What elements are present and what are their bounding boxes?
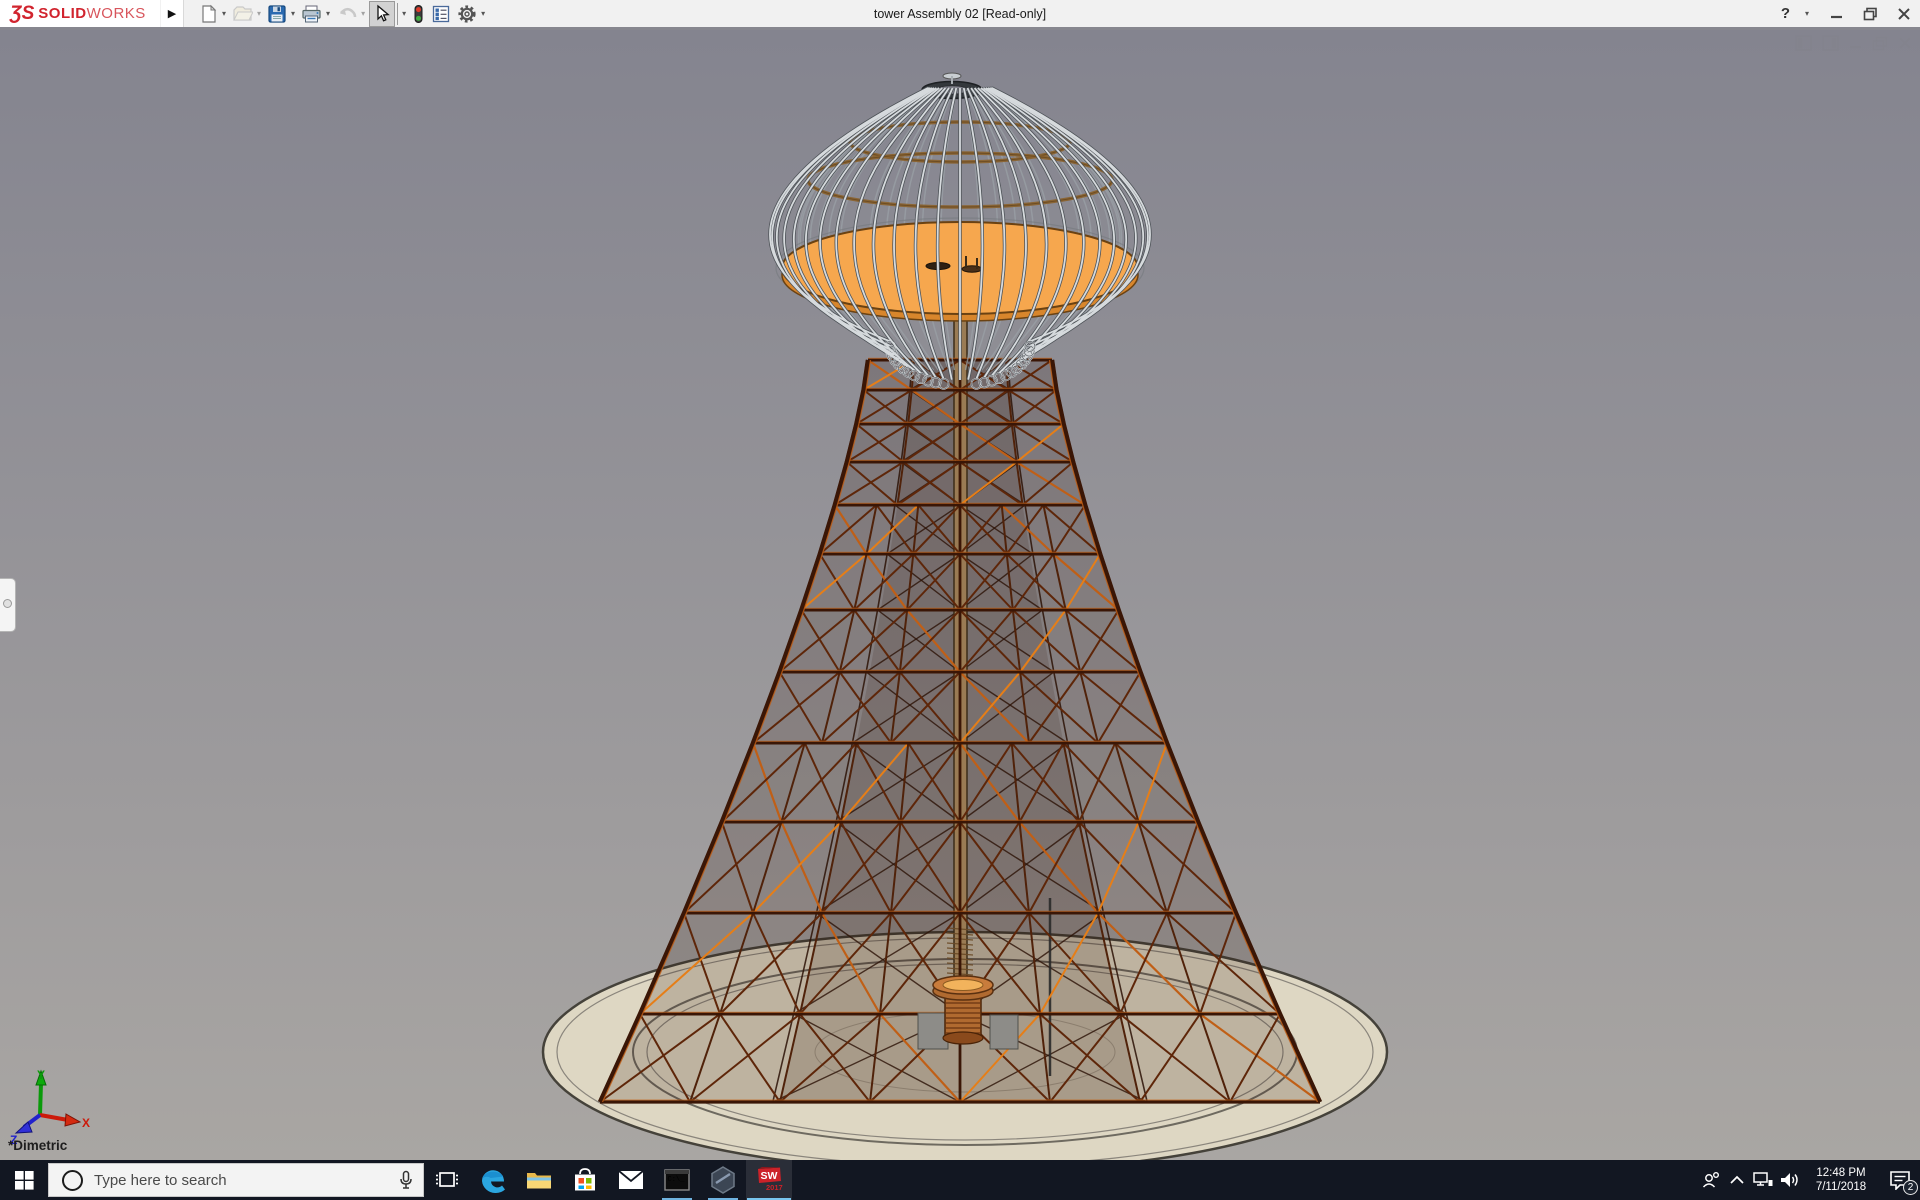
start-button[interactable] xyxy=(0,1160,48,1200)
task-view-button[interactable] xyxy=(424,1160,470,1200)
minimize-button[interactable] xyxy=(1826,4,1846,24)
microphone-icon[interactable] xyxy=(399,1170,413,1190)
document-window-controls xyxy=(1795,35,1912,51)
print-icon xyxy=(301,4,322,24)
save-button[interactable] xyxy=(265,2,289,26)
search-placeholder: Type here to search xyxy=(94,1172,399,1189)
windows-logo-icon xyxy=(15,1171,34,1190)
taskbar-icon-hexagon-app[interactable] xyxy=(700,1160,746,1200)
volume-tray-button[interactable] xyxy=(1776,1160,1802,1200)
clock-time: 12:48 PM xyxy=(1808,1166,1874,1180)
options-list-icon xyxy=(431,4,451,24)
task-view-icon xyxy=(435,1169,459,1191)
options-list-button[interactable] xyxy=(429,2,453,26)
cortana-icon xyxy=(62,1170,83,1191)
selection-filter-button[interactable] xyxy=(410,2,427,26)
taskbar-apps: C:\_ SW 2017 xyxy=(424,1160,792,1200)
minimize-icon xyxy=(1830,7,1843,20)
taskbar-icon-solidworks[interactable]: SW 2017 xyxy=(746,1160,792,1200)
restore-icon xyxy=(1863,7,1878,21)
solidworks-2017-icon: SW 2017 xyxy=(754,1166,784,1194)
title-bar: ƷS SOLIDWORKS ▶ tower Assembly 02 [Read-… xyxy=(0,0,1920,30)
view-orientation-label: *Dimetric xyxy=(8,1138,67,1153)
windows-taskbar: Type here to search xyxy=(0,1160,1920,1200)
microsoft-store-icon xyxy=(573,1168,597,1192)
taskbar-icon-file-explorer[interactable] xyxy=(516,1160,562,1200)
orientation-triad: Y X Z xyxy=(6,1065,106,1145)
undo-icon xyxy=(336,4,357,24)
close-button[interactable] xyxy=(1894,4,1914,24)
flyout-pin-icon xyxy=(3,599,12,608)
people-tray-button[interactable] xyxy=(1698,1160,1724,1200)
edge-browser-icon xyxy=(479,1166,507,1194)
taskbar-icon-command-prompt[interactable]: C:\_ xyxy=(654,1160,700,1200)
save-caret[interactable]: ▾ xyxy=(291,9,295,18)
print-button[interactable] xyxy=(299,2,324,26)
undo-caret[interactable]: ▾ xyxy=(361,9,365,18)
open-document-icon xyxy=(232,4,253,24)
taskbar-search[interactable]: Type here to search xyxy=(48,1163,424,1197)
restore-button[interactable] xyxy=(1860,4,1880,24)
select-cursor-icon xyxy=(372,4,392,24)
new-document-button[interactable] xyxy=(197,2,220,26)
solidworks-logo: ƷS SOLIDWORKS xyxy=(0,0,160,27)
doc-close-icon[interactable] xyxy=(1898,36,1912,50)
chevron-up-icon xyxy=(1729,1174,1745,1186)
select-button[interactable] xyxy=(369,1,395,27)
doc-minimize-icon[interactable] xyxy=(1849,36,1862,50)
mail-icon xyxy=(618,1170,644,1190)
axis-y-label: Y xyxy=(37,1068,45,1082)
notification-badge: 2 xyxy=(1903,1180,1918,1195)
open-caret[interactable]: ▾ xyxy=(257,9,261,18)
taskbar-icon-microsoft-store[interactable] xyxy=(562,1160,608,1200)
hidden-icons-button[interactable] xyxy=(1724,1160,1750,1200)
undo-button[interactable] xyxy=(334,2,359,26)
window-controls: ? ▾ xyxy=(1781,0,1914,27)
speaker-icon xyxy=(1779,1171,1800,1189)
taskbar-icon-mail[interactable] xyxy=(608,1160,654,1200)
network-tray-button[interactable] xyxy=(1750,1160,1776,1200)
pane-right-icon[interactable] xyxy=(1822,35,1839,51)
axis-x-label: X xyxy=(82,1116,90,1130)
file-explorer-icon xyxy=(526,1169,552,1191)
svg-text:SW: SW xyxy=(761,1170,778,1182)
print-caret[interactable]: ▾ xyxy=(326,9,330,18)
traffic-light-icon xyxy=(412,4,425,24)
people-icon xyxy=(1701,1170,1721,1190)
gear-icon xyxy=(457,4,477,24)
svg-text:C:\_: C:\_ xyxy=(668,1176,686,1184)
new-document-icon xyxy=(199,4,218,24)
graphics-viewport[interactable]: Y X Z *Dimetric xyxy=(0,30,1920,1160)
taskbar-icon-edge[interactable] xyxy=(470,1160,516,1200)
settings-caret[interactable]: ▾ xyxy=(481,9,485,18)
close-icon xyxy=(1897,7,1911,21)
network-icon xyxy=(1752,1171,1774,1189)
feature-manager-flyout-tab[interactable] xyxy=(0,578,16,632)
clock-date: 7/11/2018 xyxy=(1808,1180,1874,1194)
system-tray: 12:48 PM 7/11/2018 2 xyxy=(1698,1160,1920,1200)
taskbar-clock[interactable]: 12:48 PM 7/11/2018 xyxy=(1808,1166,1874,1194)
help-button[interactable]: ? xyxy=(1781,5,1790,22)
action-center-button[interactable]: 2 xyxy=(1880,1160,1920,1200)
pane-left-icon[interactable] xyxy=(1795,35,1812,51)
open-document-button[interactable] xyxy=(230,2,255,26)
doc-restore-icon[interactable] xyxy=(1872,36,1888,51)
command-prompt-icon: C:\_ xyxy=(664,1168,690,1192)
new-caret[interactable]: ▾ xyxy=(222,9,226,18)
svg-text:2017: 2017 xyxy=(766,1183,783,1192)
model-canvas[interactable] xyxy=(0,30,1920,1160)
help-caret[interactable]: ▾ xyxy=(1805,9,1809,18)
select-caret[interactable]: ▾ xyxy=(397,3,406,25)
solidworks-logo-glyph: ƷS xyxy=(10,4,34,23)
save-icon xyxy=(267,4,287,24)
settings-button[interactable] xyxy=(455,2,479,26)
hexagon-app-icon xyxy=(710,1166,736,1194)
quick-access-toolbar: ▾ ▾ ▾ ▾ xyxy=(196,0,488,27)
menu-expand-button[interactable]: ▶ xyxy=(161,0,184,27)
